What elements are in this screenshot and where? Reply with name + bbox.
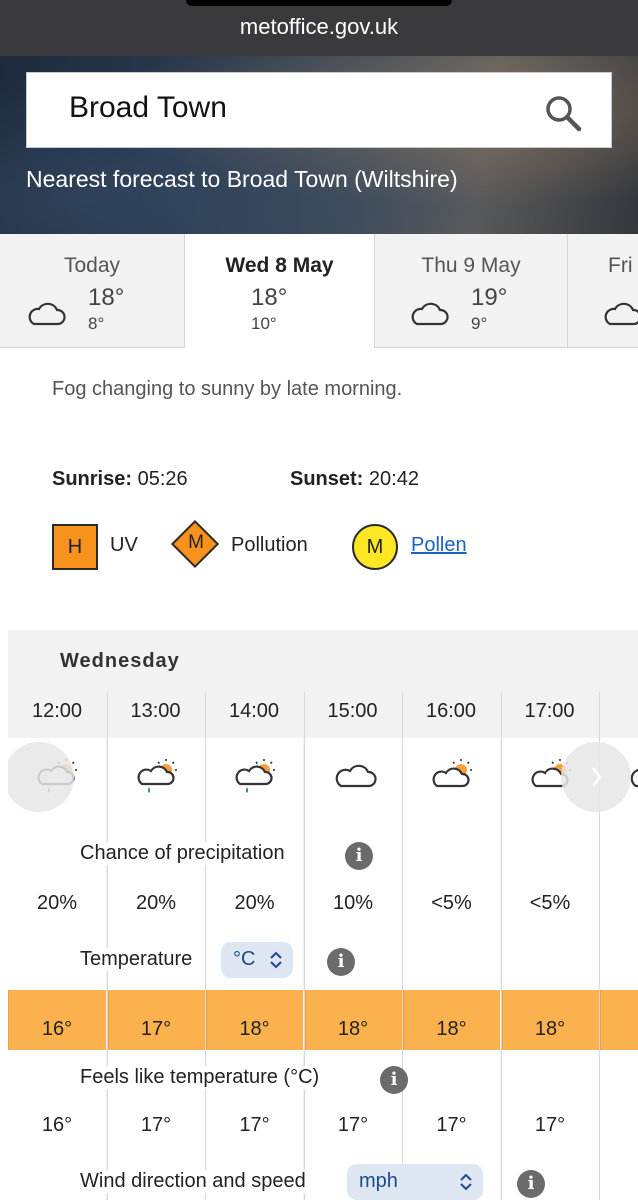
precip-chance: <5%: [529, 892, 571, 914]
hourly-grid[interactable]: 12:00 20% 16° 16° 13:00 20% 17° 17° 14:00 20% 18° 1…: [8, 692, 638, 1200]
location-search-box[interactable]: Broad Town: [26, 72, 612, 148]
cloud-icon: [28, 302, 66, 326]
browser-url[interactable]: metoffice.gov.uk: [0, 14, 638, 40]
temperature-value: 17°: [107, 990, 205, 1050]
feels-like-value: 16°: [41, 1114, 73, 1136]
precip-chance: <!: [600, 892, 638, 915]
hour-body: <5% 18° 17°: [402, 738, 500, 1200]
day-high-temp: 19°: [471, 284, 508, 311]
hour-time: 14:00: [228, 700, 280, 722]
search-icon[interactable]: [543, 93, 583, 133]
location-hero: Broad Town Nearest forecast to Broad Tow…: [0, 56, 638, 234]
temperature-value: 18°: [304, 990, 402, 1050]
pollution-level-badge: M: [188, 532, 204, 553]
sunset-label: Sunset:: [290, 468, 364, 490]
temperature-row-label: Temperature: [78, 948, 195, 971]
sunset-time: 20:42: [368, 468, 419, 490]
index-badges: H UV M Pollution M Pollen: [0, 519, 638, 572]
cloud-icon: [604, 302, 638, 326]
day-high-temp: 18°: [251, 284, 288, 311]
feels-like-value: 17°: [436, 1114, 467, 1136]
uv-level-badge: H: [52, 524, 98, 570]
hour-column: 16:00 <5% 18° 17°: [402, 692, 500, 1200]
precip-chance: 10%: [332, 892, 374, 914]
day-tab-name: Wed 8 May: [225, 254, 334, 277]
day-tab-name: Thu 9 May: [421, 254, 521, 277]
browser-address-bar[interactable]: metoffice.gov.uk: [0, 0, 638, 56]
day-tab-thu[interactable]: Thu 9 May 19° 9°: [375, 234, 568, 347]
pollution-label: Pollution: [231, 534, 308, 556]
wind-row-label: Wind direction and speed: [78, 1170, 308, 1193]
day-tab-wed[interactable]: Wed 8 May 18° 10°: [185, 234, 375, 348]
day-tab-fri[interactable]: Fri: [568, 234, 638, 347]
select-chevrons-icon: [460, 1173, 472, 1191]
device-notch: [186, 0, 452, 6]
pollen-level-badge: M: [352, 524, 398, 570]
day-low-temp: 9°: [471, 314, 488, 333]
scroll-right-button[interactable]: [561, 742, 631, 812]
day-tab-name: Fri: [608, 254, 633, 277]
temperature-value: 18°: [206, 990, 303, 1050]
sunrise: Sunrise: 05:26: [52, 468, 188, 491]
chevron-right-icon: [592, 767, 601, 787]
temperature-unit-value: °C: [233, 948, 256, 970]
precip-info-icon[interactable]: i: [345, 842, 373, 870]
hour-column: 15:00 10% 18° 17°: [303, 692, 402, 1200]
feels-like-value: 17°: [337, 1114, 369, 1136]
day-low-temp: 8°: [88, 314, 105, 333]
feels-like-info-icon[interactable]: i: [380, 1066, 408, 1094]
cloud-icon: [411, 302, 449, 326]
precip-row-label: Chance of precipitation: [78, 842, 287, 865]
feels-like-value: 17°: [239, 1114, 270, 1136]
sunrise-label: Sunrise:: [52, 468, 133, 490]
day-low-temp: 10°: [251, 314, 277, 333]
hour-time: 15:00: [327, 700, 378, 722]
sunrise-time: 05:26: [137, 468, 188, 490]
nearest-forecast-text: Nearest forecast to Broad Town (Wiltshir…: [26, 166, 458, 192]
feels-like-value: 17°: [140, 1114, 172, 1136]
day-high-temp: 18°: [88, 284, 125, 311]
hour-column: 13:00 20% 17° 17°: [106, 692, 205, 1200]
temperature-info-icon[interactable]: i: [327, 948, 355, 976]
hour-time: 12:00: [31, 700, 83, 722]
hour-time: 18: [599, 700, 638, 723]
precip-chance: 20%: [135, 892, 177, 914]
day-summary-text: Fog changing to sunny by late morning.: [52, 378, 403, 400]
feels-like-row-label: Feels like temperature (°C): [78, 1066, 322, 1089]
cloud-icon: [335, 764, 377, 788]
temperature-value: 16°: [8, 990, 106, 1050]
wind-unit-value: mph: [359, 1170, 398, 1192]
sun-cloud-icon: [432, 759, 472, 788]
precip-chance: 20%: [36, 892, 78, 914]
pollen-link[interactable]: Pollen: [411, 534, 467, 557]
temperature-value: 18°: [403, 990, 500, 1050]
sun-cloud-rain-icon: [137, 759, 177, 793]
sunset: Sunset: 20:42: [290, 468, 419, 491]
feels-like-value: 17°: [534, 1114, 566, 1136]
precip-chance: <5%: [431, 892, 472, 914]
wind-unit-select[interactable]: mph: [347, 1164, 483, 1200]
day-tab-today[interactable]: Today 18° 8°: [0, 234, 185, 347]
temperature-unit-select[interactable]: °C: [221, 942, 293, 978]
hour-time: 17:00: [524, 700, 575, 722]
hourly-forecast: Wednesday 12:00 20% 16° 16° 13:00 20% 17° 17° 14…: [8, 630, 638, 1200]
hour-time: 13:00: [130, 700, 181, 722]
hour-time: 16:00: [425, 700, 477, 722]
location-search-input[interactable]: Broad Town: [69, 91, 227, 125]
wind-info-icon[interactable]: i: [517, 1170, 545, 1198]
day-tab-name: Today: [63, 254, 121, 277]
uv-label: UV: [110, 534, 138, 556]
feels-like-value: 1: [600, 1114, 638, 1137]
temperature-value: 1: [600, 990, 638, 1050]
hourly-day-heading: Wednesday: [60, 650, 180, 672]
temperature-value: 18°: [501, 990, 599, 1050]
sun-cloud-rain-icon: [235, 759, 275, 793]
select-chevrons-icon: [270, 951, 282, 969]
precip-chance: 20%: [234, 892, 275, 914]
day-tabs: Today 18° 8° Wed 8 May 18° 10° Thu 9 May…: [0, 234, 638, 348]
